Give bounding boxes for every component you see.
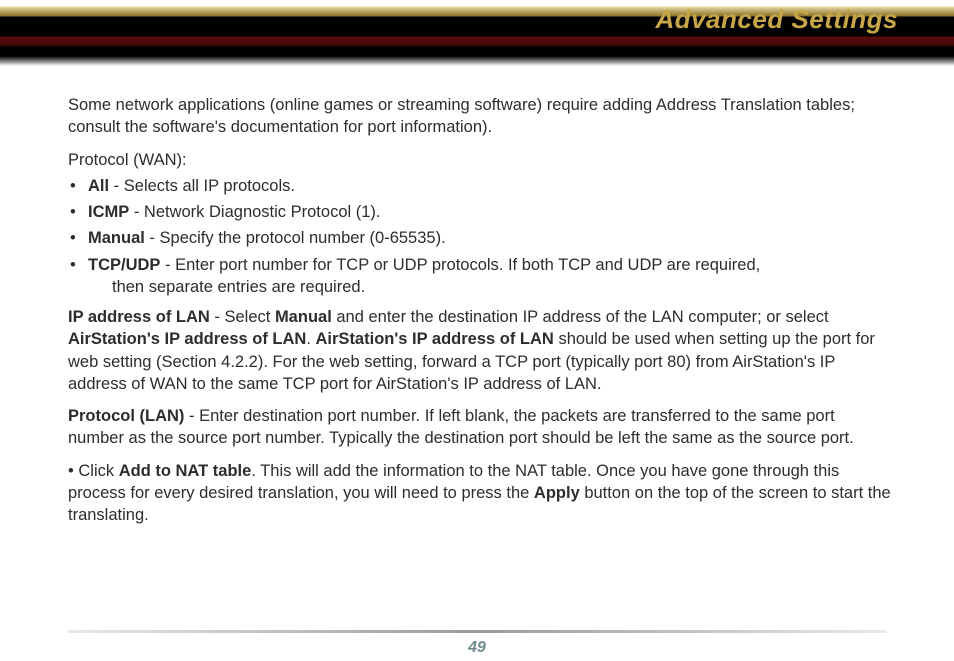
list-item: • All - Selects all IP protocols. <box>70 175 894 197</box>
term-tcpudp: TCP/UDP <box>88 256 160 274</box>
ip-lan-t2: and enter the destination IP address of … <box>332 308 829 326</box>
bullet-icon: • <box>70 227 88 249</box>
header-banner: Advanced Settings <box>0 0 954 66</box>
list-item: • TCP/UDP - Enter port number for TCP or… <box>70 254 894 299</box>
protocol-wan-label: Protocol (WAN): <box>68 149 894 171</box>
nat-add: Add to NAT table <box>119 462 252 480</box>
desc-manual: - Specify the protocol number (0-65535). <box>145 229 446 247</box>
term-all: All <box>88 177 109 195</box>
ip-lan-lead: IP address of LAN <box>68 308 210 326</box>
desc-tcpudp-1: - Enter port number for TCP or UDP proto… <box>160 256 760 274</box>
nat-bullet: • Click <box>68 462 119 480</box>
page-number: 49 <box>0 639 954 657</box>
ip-lan-air2: AirStation's IP address of LAN <box>316 330 554 348</box>
bullet-icon: • <box>70 254 88 299</box>
ip-lan-t3: . <box>306 330 315 348</box>
list-item-body: All - Selects all IP protocols. <box>88 175 894 197</box>
footer: 49 <box>0 630 954 657</box>
desc-icmp: - Network Diagnostic Protocol (1). <box>129 203 380 221</box>
list-item-body: Manual - Specify the protocol number (0-… <box>88 227 894 249</box>
protocol-lan-paragraph: Protocol (LAN) - Enter destination port … <box>68 405 894 450</box>
ip-lan-t1: - Select <box>210 308 275 326</box>
page-title: Advanced Settings <box>655 4 898 35</box>
desc-all: - Selects all IP protocols. <box>109 177 295 195</box>
protocol-list: • All - Selects all IP protocols. • ICMP… <box>68 175 894 298</box>
list-item: • ICMP - Network Diagnostic Protocol (1)… <box>70 201 894 223</box>
bullet-icon: • <box>70 201 88 223</box>
list-item-body: ICMP - Network Diagnostic Protocol (1). <box>88 201 894 223</box>
nat-apply: Apply <box>534 484 580 502</box>
nat-paragraph: • Click Add to NAT table. This will add … <box>68 460 894 527</box>
list-item: • Manual - Specify the protocol number (… <box>70 227 894 249</box>
desc-tcpudp-2: then separate entries are required. <box>88 276 894 298</box>
proto-lan-rest: - Enter destination port number. If left… <box>68 407 854 447</box>
document-page: Advanced Settings Some network applicati… <box>0 0 954 661</box>
footer-divider <box>67 630 887 633</box>
ip-lan-air1: AirStation's IP address of LAN <box>68 330 306 348</box>
proto-lan-lead: Protocol (LAN) <box>68 407 184 425</box>
term-manual: Manual <box>88 229 145 247</box>
term-icmp: ICMP <box>88 203 129 221</box>
intro-paragraph: Some network applications (online games … <box>68 94 894 139</box>
ip-lan-manual: Manual <box>275 308 332 326</box>
bullet-icon: • <box>70 175 88 197</box>
ip-lan-paragraph: IP address of LAN - Select Manual and en… <box>68 306 894 395</box>
content-area: Some network applications (online games … <box>0 66 954 527</box>
list-item-body: TCP/UDP - Enter port number for TCP or U… <box>88 254 894 299</box>
